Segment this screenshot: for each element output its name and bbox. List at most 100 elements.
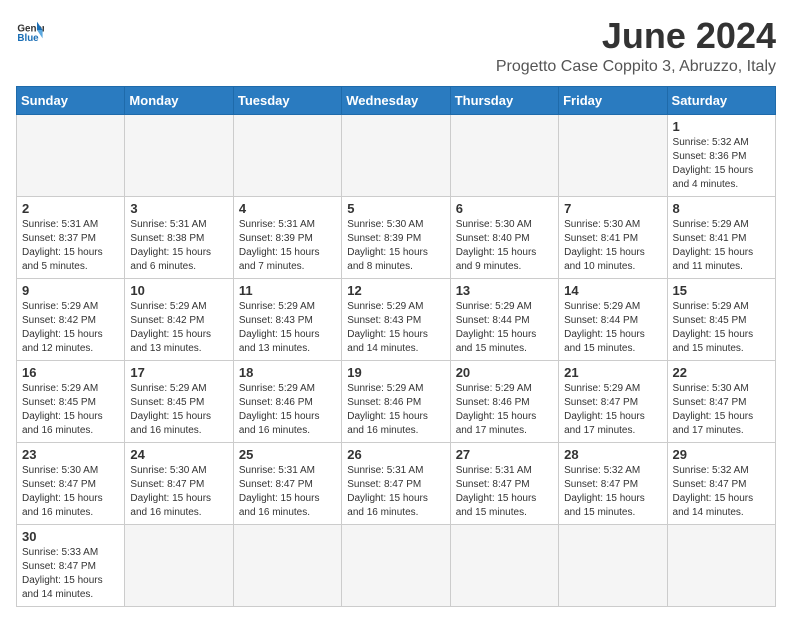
page-header: General Blue June 2024 Progetto Case Cop…: [16, 16, 776, 76]
day-number: 29: [673, 447, 770, 462]
table-row: 20Sunrise: 5:29 AMSunset: 8:46 PMDayligh…: [450, 360, 558, 442]
day-info: Sunrise: 5:29 AMSunset: 8:43 PMDaylight:…: [239, 300, 336, 356]
day-info: Sunrise: 5:31 AMSunset: 8:47 PMDaylight:…: [239, 464, 336, 520]
day-number: 15: [673, 283, 770, 298]
table-row: 18 Sunrise: 5:29 AMSunset: 8:46 PMDayligh…: [233, 360, 341, 442]
table-row: 28 Sunrise: 5:32 AMSunset: 8:47 PMDayligh…: [559, 442, 667, 524]
table-row: [559, 524, 667, 606]
day-number: 4: [239, 201, 336, 216]
col-tuesday: Tuesday: [233, 86, 341, 114]
table-row: 12Sunrise: 5:29 AMSunset: 8:43 PMDayligh…: [342, 278, 450, 360]
table-row: 5Sunrise: 5:30 AMSunset: 8:39 PMDaylight…: [342, 196, 450, 278]
day-number: 22: [673, 365, 770, 380]
table-row: 3Sunrise: 5:31 AMSunset: 8:38 PMDaylight…: [125, 196, 233, 278]
day-info: Sunrise: 5:29 AMSunset: 8:44 PMDaylight:…: [456, 300, 553, 356]
day-info: Sunrise: 5:31 AMSunset: 8:47 PMDaylight:…: [456, 464, 553, 520]
day-number: 9: [22, 283, 119, 298]
day-number: 13: [456, 283, 553, 298]
calendar-location: Progetto Case Coppito 3, Abruzzo, Italy: [496, 58, 776, 76]
table-row: 30 Sunrise: 5:33 AMSunset: 8:47 PMDayligh…: [17, 524, 125, 606]
day-number: 10: [130, 283, 227, 298]
day-number: 20: [456, 365, 553, 380]
day-info: Sunrise: 5:33 AMSunset: 8:47 PMDaylight:…: [22, 546, 119, 602]
table-row: [559, 114, 667, 196]
day-info: Sunrise: 5:32 AMSunset: 8:47 PMDaylight:…: [564, 464, 661, 520]
day-number: 30: [22, 529, 119, 544]
day-info: Sunrise: 5:30 AMSunset: 8:41 PMDaylight:…: [564, 218, 661, 274]
day-info: Sunrise: 5:29 AMSunset: 8:44 PMDaylight:…: [564, 300, 661, 356]
day-info: Sunrise: 5:29 AMSunset: 8:45 PMDaylight:…: [22, 382, 119, 438]
day-info: Sunrise: 5:29 AMSunset: 8:45 PMDaylight:…: [130, 382, 227, 438]
day-number: 21: [564, 365, 661, 380]
day-info: Sunrise: 5:29 AMSunset: 8:46 PMDaylight:…: [239, 382, 336, 438]
day-info: Sunrise: 5:31 AMSunset: 8:39 PMDaylight:…: [239, 218, 336, 274]
day-info: Sunrise: 5:29 AMSunset: 8:42 PMDaylight:…: [130, 300, 227, 356]
day-number: 1: [673, 119, 770, 134]
day-number: 3: [130, 201, 227, 216]
table-row: [450, 114, 558, 196]
table-row: 14 Sunrise: 5:29 AMSunset: 8:44 PMDayligh…: [559, 278, 667, 360]
day-number: 24: [130, 447, 227, 462]
table-row: [233, 524, 341, 606]
day-number: 2: [22, 201, 119, 216]
table-row: 4 Sunrise: 5:31 AMSunset: 8:39 PMDaylight…: [233, 196, 341, 278]
day-info: Sunrise: 5:29 AMSunset: 8:46 PMDaylight:…: [347, 382, 444, 438]
day-info: Sunrise: 5:31 AMSunset: 8:47 PMDaylight:…: [347, 464, 444, 520]
day-number: 23: [22, 447, 119, 462]
day-info: Sunrise: 5:29 AMSunset: 8:47 PMDaylight:…: [564, 382, 661, 438]
table-row: 6 Sunrise: 5:30 AMSunset: 8:40 PMDaylight…: [450, 196, 558, 278]
table-row: [342, 114, 450, 196]
col-wednesday: Wednesday: [342, 86, 450, 114]
table-row: 24 Sunrise: 5:30 AMSunset: 8:47 PMDayligh…: [125, 442, 233, 524]
calendar-month-year: June 2024: [496, 16, 776, 56]
day-number: 7: [564, 201, 661, 216]
col-friday: Friday: [559, 86, 667, 114]
day-info: Sunrise: 5:32 AMSunset: 8:47 PMDaylight:…: [673, 464, 770, 520]
day-info: Sunrise: 5:30 AMSunset: 8:47 PMDaylight:…: [130, 464, 227, 520]
table-row: 19 Sunrise: 5:29 AMSunset: 8:46 PMDayligh…: [342, 360, 450, 442]
table-row: 2Sunrise: 5:31 AMSunset: 8:37 PMDaylight…: [17, 196, 125, 278]
table-row: 7 Sunrise: 5:30 AMSunset: 8:41 PMDaylight…: [559, 196, 667, 278]
day-info: Sunrise: 5:30 AMSunset: 8:40 PMDaylight:…: [456, 218, 553, 274]
logo-icon: General Blue: [16, 16, 44, 44]
col-thursday: Thursday: [450, 86, 558, 114]
table-row: 17Sunrise: 5:29 AMSunset: 8:45 PMDayligh…: [125, 360, 233, 442]
col-monday: Monday: [125, 86, 233, 114]
table-row: 11 Sunrise: 5:29 AMSunset: 8:43 PMDayligh…: [233, 278, 341, 360]
day-number: 11: [239, 283, 336, 298]
day-number: 18: [239, 365, 336, 380]
table-row: 15 Sunrise: 5:29 AMSunset: 8:45 PMDayligh…: [667, 278, 775, 360]
table-row: [233, 114, 341, 196]
day-number: 25: [239, 447, 336, 462]
table-row: 25 Sunrise: 5:31 AMSunset: 8:47 PMDayligh…: [233, 442, 341, 524]
table-row: 22Sunrise: 5:30 AMSunset: 8:47 PMDayligh…: [667, 360, 775, 442]
table-row: 8Sunrise: 5:29 AMSunset: 8:41 PMDaylight…: [667, 196, 775, 278]
table-row: [125, 114, 233, 196]
day-number: 28: [564, 447, 661, 462]
day-number: 16: [22, 365, 119, 380]
table-row: [450, 524, 558, 606]
table-row: [342, 524, 450, 606]
table-row: [17, 114, 125, 196]
table-row: 16 Sunrise: 5:29 AMSunset: 8:45 PMDayligh…: [17, 360, 125, 442]
calendar-title-area: June 2024 Progetto Case Coppito 3, Abruz…: [496, 16, 776, 76]
day-number: 27: [456, 447, 553, 462]
day-number: 12: [347, 283, 444, 298]
day-number: 19: [347, 365, 444, 380]
day-number: 14: [564, 283, 661, 298]
calendar-header-row: Sunday Monday Tuesday Wednesday Thursday…: [17, 86, 776, 114]
svg-text:Blue: Blue: [17, 33, 39, 44]
day-info: Sunrise: 5:29 AMSunset: 8:45 PMDaylight:…: [673, 300, 770, 356]
day-number: 26: [347, 447, 444, 462]
table-row: 9 Sunrise: 5:29 AMSunset: 8:42 PMDaylight…: [17, 278, 125, 360]
day-info: Sunrise: 5:30 AMSunset: 8:47 PMDaylight:…: [22, 464, 119, 520]
day-number: 6: [456, 201, 553, 216]
day-info: Sunrise: 5:30 AMSunset: 8:39 PMDaylight:…: [347, 218, 444, 274]
day-info: Sunrise: 5:32 AMSunset: 8:36 PMDaylight:…: [673, 136, 770, 192]
table-row: 27 Sunrise: 5:31 AMSunset: 8:47 PMDayligh…: [450, 442, 558, 524]
calendar-table: Sunday Monday Tuesday Wednesday Thursday…: [16, 86, 776, 607]
col-sunday: Sunday: [17, 86, 125, 114]
table-row: 26 Sunrise: 5:31 AMSunset: 8:47 PMDayligh…: [342, 442, 450, 524]
table-row: [667, 524, 775, 606]
day-info: Sunrise: 5:29 AMSunset: 8:42 PMDaylight:…: [22, 300, 119, 356]
